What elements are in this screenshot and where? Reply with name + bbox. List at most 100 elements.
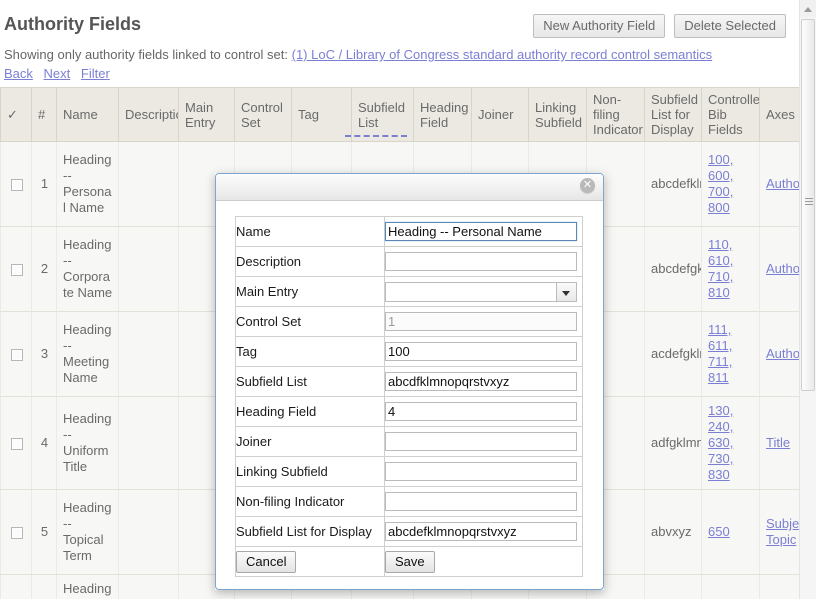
subfield-list-input[interactable] [385,372,577,391]
axes-link[interactable]: Author [766,176,800,191]
cell-name: Heading -- Personal Name [56,141,119,227]
form-row-linking-subfield: Linking Subfield [235,456,583,487]
control-set-input [385,312,577,331]
column-header-select-all[interactable]: ✓ [0,87,32,142]
column-header-subfield-list-for-display[interactable]: Subfield List for Display [644,87,702,142]
cancel-cell[interactable]: Cancel [235,546,385,577]
field-heading-field-cell[interactable] [384,396,583,427]
cell-controlled-bib-fields[interactable]: 100, 600, 700, 800 [701,141,760,227]
label-name: Name [235,216,385,247]
column-header-tag[interactable]: Tag [291,87,352,142]
row-checkbox-cell[interactable] [0,396,32,490]
header-button-group: New Authority Field Delete Selected [533,14,786,38]
page-scrollbar[interactable] [799,0,816,599]
column-header-number[interactable]: # [31,87,57,142]
control-set-link[interactable]: (1) LoC / Library of Congress standard a… [292,47,713,62]
cell-controlled-bib-fields[interactable]: 650 [701,489,760,575]
cell-axes[interactable]: Author [759,226,800,312]
controlled-bib-fields-link[interactable]: 111, 611, 711, 811 [708,322,732,385]
row-checkbox[interactable] [10,178,23,191]
field-description-cell[interactable] [384,246,583,277]
cell-axes[interactable]: Title [759,396,800,490]
label-subfield-list-for-display: Subfield List for Display [235,516,385,547]
row-checkbox[interactable] [10,263,23,276]
column-header-axes[interactable]: Axes [759,87,800,142]
controlled-bib-fields-link[interactable]: 110, 610, 710, 810 [708,237,733,300]
column-header-controlled-bib-fields[interactable]: Controlled Bib Fields [701,87,760,142]
scrollbar-grip-icon [805,198,813,205]
axes-link[interactable]: Subject Topic [766,516,800,547]
label-tag: Tag [235,336,385,367]
column-header-heading-field[interactable]: Heading Field [413,87,472,142]
row-checkbox-cell[interactable] [0,574,32,599]
controlled-bib-fields-link[interactable]: 100, 600, 700, 800 [708,152,733,215]
row-checkbox[interactable] [10,437,23,450]
cell-description [118,311,179,397]
row-checkbox-cell[interactable] [0,311,32,397]
subfield-list-for-display-input[interactable] [385,522,577,541]
non-filing-indicator-input[interactable] [385,492,577,511]
chevron-down-icon[interactable] [556,282,576,301]
axes-link[interactable]: Author [766,261,800,276]
row-checkbox-cell[interactable] [0,489,32,575]
cell-axes[interactable]: Subject [759,574,800,599]
field-joiner-cell[interactable] [384,426,583,457]
field-subfield-list-cell[interactable] [384,366,583,397]
tag-input[interactable] [385,342,577,361]
column-header-description[interactable]: Description [118,87,179,142]
filter-link[interactable]: Filter [81,66,110,81]
linking-subfield-input[interactable] [385,462,577,481]
cell-name: Heading -- Topical Term [56,489,119,575]
next-link[interactable]: Next [44,66,71,81]
column-header-subfield-list[interactable]: Subfield List [351,87,414,142]
field-main-entry-cell[interactable] [384,276,583,307]
back-link[interactable]: Back [4,66,33,81]
field-non-filing-indicator-cell[interactable] [384,486,583,517]
column-drag-indicator [345,135,407,137]
scrollbar-thumb[interactable] [801,19,815,391]
cell-axes[interactable]: Author [759,311,800,397]
column-header-main-entry[interactable]: Main Entry [178,87,235,142]
column-header-control-set[interactable]: Control Set [234,87,292,142]
cancel-button[interactable]: Cancel [236,550,297,573]
controlled-bib-fields-link[interactable]: 650 [708,524,730,539]
joiner-input[interactable] [385,432,577,451]
label-subfield-list: Subfield List [235,366,385,397]
column-header-name[interactable]: Name [56,87,119,142]
new-authority-field-button[interactable]: New Authority Field [533,14,666,38]
cell-axes[interactable]: Subject Topic [759,489,800,575]
cell-description [118,141,179,227]
row-checkbox-cell[interactable] [0,226,32,312]
delete-selected-button[interactable]: Delete Selected [674,14,786,38]
row-checkbox-cell[interactable] [0,141,32,227]
field-linking-subfield-cell[interactable] [384,456,583,487]
cell-controlled-bib-fields[interactable]: 111, 611, 711, 811 [701,311,760,397]
column-header-linking-subfield[interactable]: Linking Subfield [528,87,587,142]
description-input[interactable] [385,252,577,271]
close-icon[interactable]: ✕ [580,178,595,193]
control-set-notice-text: Showing only authority fields linked to … [4,47,288,62]
heading-field-input[interactable] [385,402,577,421]
column-header-non-filing-indicator[interactable]: Non-filing Indicator [586,87,645,142]
field-subfield-list-for-display-cell[interactable] [384,516,583,547]
cell-axes[interactable]: Author [759,141,800,227]
axes-link[interactable]: Author [766,346,800,361]
cell-controlled-bib-fields[interactable]: 651 [701,574,760,599]
scroll-up-arrow-icon[interactable] [800,0,816,17]
row-checkbox[interactable] [10,348,23,361]
field-name-cell[interactable] [384,216,583,247]
cell-description [118,489,179,575]
column-header-joiner[interactable]: Joiner [471,87,529,142]
form-row-non-filing-indicator: Non-filing Indicator [235,486,583,517]
field-tag-cell[interactable] [384,336,583,367]
save-button[interactable]: Save [385,550,435,573]
cell-controlled-bib-fields[interactable]: 130, 240, 630, 730, 830 [701,396,760,490]
row-checkbox[interactable] [10,526,23,539]
controlled-bib-fields-link[interactable]: 130, 240, 630, 730, 830 [708,403,733,482]
main-entry-select[interactable] [385,281,577,302]
name-input[interactable] [385,222,577,241]
save-cell[interactable]: Save [384,546,583,577]
axes-link[interactable]: Title [766,435,790,450]
cell-controlled-bib-fields[interactable]: 110, 610, 710, 810 [701,226,760,312]
modal-titlebar[interactable]: ✕ [216,174,603,201]
